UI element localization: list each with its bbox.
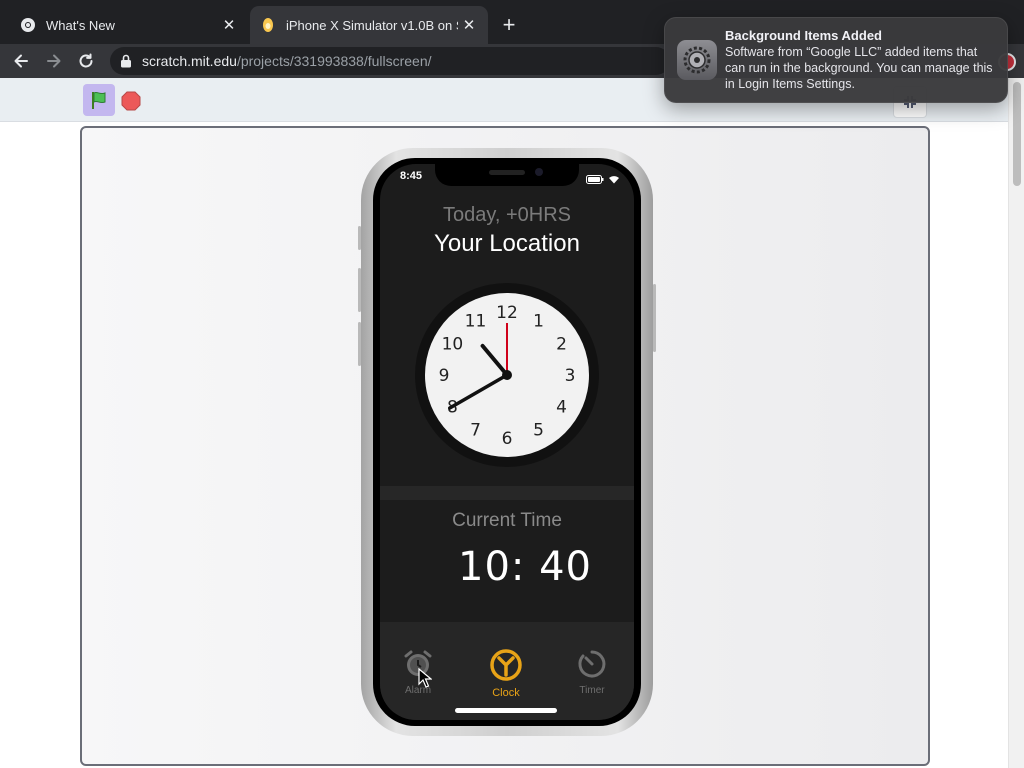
system-notification[interactable]: Background Items Added Software from “Go…: [664, 17, 1008, 103]
clock-numeral-3: 3: [565, 366, 576, 386]
new-tab-button[interactable]: +: [496, 13, 522, 39]
chrome-icon: [20, 17, 36, 33]
home-indicator[interactable]: [455, 708, 557, 713]
reload-icon[interactable]: [73, 48, 99, 74]
iphone-screen: 8:45 Today, +0HRS Your Location 12 1 2 3…: [373, 158, 641, 726]
clock-numeral-4: 4: [556, 398, 567, 418]
clock-numeral-1: 1: [533, 311, 544, 331]
project-stage[interactable]: 8:45 Today, +0HRS Your Location 12 1 2 3…: [80, 126, 930, 766]
green-flag-icon[interactable]: [83, 84, 115, 116]
analog-clock: 121234567891011: [414, 282, 600, 468]
iphone-frame: 8:45 Today, +0HRS Your Location 12 1 2 3…: [358, 148, 656, 736]
front-camera: [535, 168, 543, 176]
mouse-pointer-icon: [418, 667, 433, 693]
scrollbar-thumb[interactable]: [1013, 82, 1021, 186]
clock-numeral-2: 2: [556, 335, 567, 355]
close-tab-icon[interactable]: ✕: [218, 14, 240, 36]
current-time-value: 10: 40: [458, 544, 592, 590]
url-path: /projects/331993838/fullscreen/: [236, 53, 432, 69]
section-divider: [380, 486, 634, 500]
notification-title: Background Items Added: [725, 28, 882, 43]
scratch-cat-icon: [260, 17, 276, 33]
mute-switch: [358, 226, 361, 250]
tab-label-timer: Timer: [579, 685, 605, 696]
notification-body: Software from “Google LLC” added items t…: [725, 45, 993, 91]
tab-timer[interactable]: Timer: [562, 648, 622, 696]
clock-numeral-12: 12: [496, 303, 518, 323]
tab-title: What's New: [46, 17, 115, 33]
clock-numeral-11: 11: [465, 311, 487, 331]
tab-title: iPhone X Simulator v1.0B on Scratch: [286, 17, 458, 33]
current-time-label: Current Time: [452, 510, 562, 531]
clock-numeral-6: 6: [502, 429, 513, 449]
tab-iphone-simulator[interactable]: iPhone X Simulator v1.0B on Scratch ✕: [250, 6, 488, 44]
side-button: [653, 284, 656, 352]
timer-icon: [576, 648, 608, 685]
lock-icon: [120, 54, 132, 68]
tab-whats-new[interactable]: What's New ✕: [8, 6, 248, 44]
status-icons: [586, 171, 620, 189]
battery-icon: [586, 171, 604, 189]
system-settings-gear-icon: [677, 40, 717, 80]
status-time: 8:45: [400, 170, 423, 182]
speaker-grille: [489, 170, 525, 175]
forward-icon[interactable]: [41, 48, 67, 74]
wifi-icon: [608, 171, 620, 189]
stop-icon[interactable]: [121, 91, 141, 111]
clock-numeral-10: 10: [442, 335, 464, 355]
back-icon[interactable]: [8, 48, 34, 74]
page-scrollbar[interactable]: [1008, 78, 1024, 768]
url-host: scratch.mit.edu: [142, 53, 237, 69]
close-tab-icon[interactable]: ✕: [458, 14, 480, 36]
scratch-page: 8:45 Today, +0HRS Your Location 12 1 2 3…: [0, 78, 1008, 768]
location-subtitle: Today, +0HRS: [442, 204, 572, 226]
volume-down-button: [358, 322, 361, 366]
clock-numeral-5: 5: [533, 421, 544, 441]
notch: [435, 164, 579, 186]
clock-numeral-7: 7: [470, 421, 481, 441]
tab-label-clock: Clock: [492, 687, 520, 699]
clock-icon: [489, 648, 523, 687]
clock-center-pin: [502, 370, 512, 380]
clock-app: 8:45 Today, +0HRS Your Location 12 1 2 3…: [380, 164, 634, 720]
volume-up-button: [358, 268, 361, 312]
address-bar[interactable]: scratch.mit.edu/projects/331993838/fulls…: [110, 47, 670, 75]
location-title: Your Location: [434, 230, 580, 257]
tab-clock[interactable]: Clock: [476, 648, 536, 699]
clock-numeral-9: 9: [439, 366, 450, 386]
